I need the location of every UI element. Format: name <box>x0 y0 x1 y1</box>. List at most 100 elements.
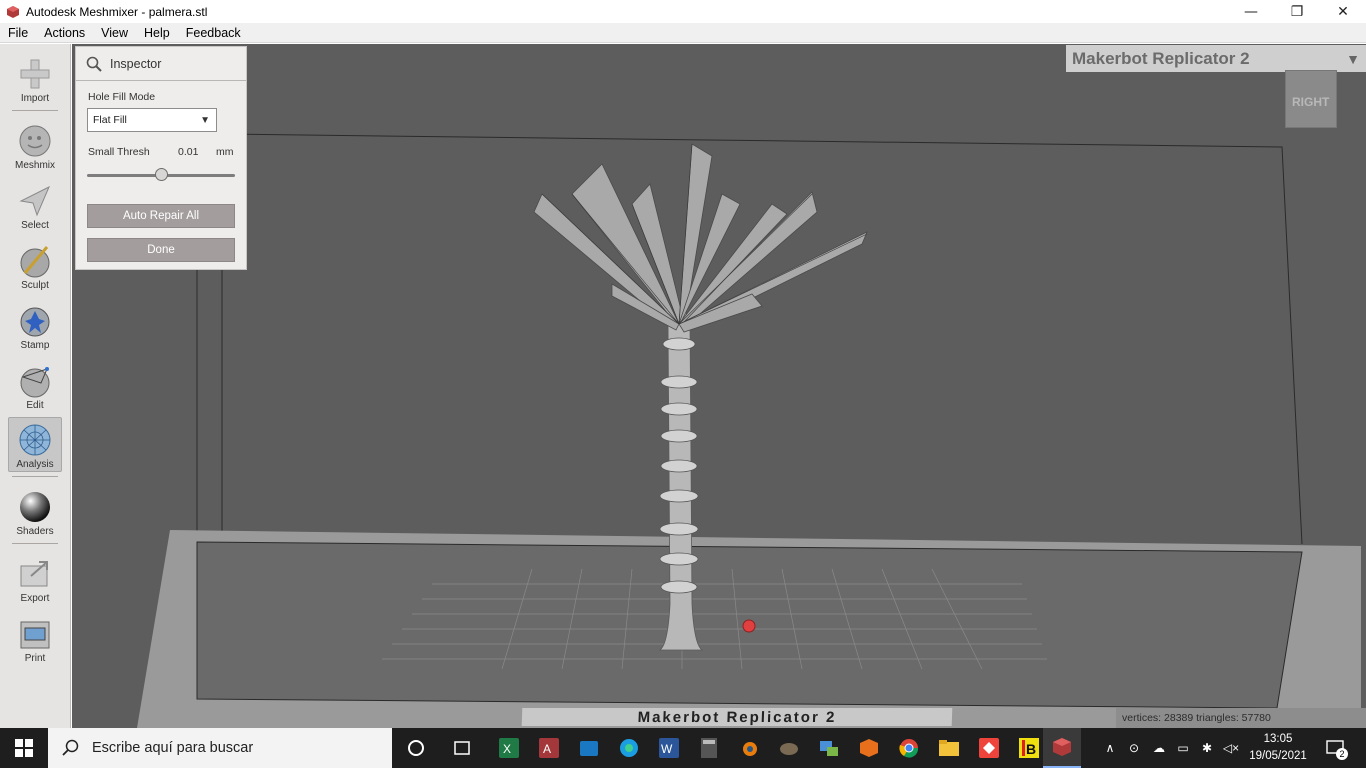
tool-label: Meshmix <box>14 160 55 171</box>
hole-fill-mode-value: Flat Fill <box>93 114 127 126</box>
inspector-header: Inspector <box>76 47 246 81</box>
menu-help[interactable]: Help <box>136 26 178 40</box>
close-button[interactable]: ✕ <box>1320 0 1366 23</box>
menu-bar: File Actions View Help Feedback <box>0 23 1366 43</box>
notifications-icon[interactable]: 2 <box>1320 728 1350 768</box>
left-toolbar: Import Meshmix Select Sculpt Stamp Edit … <box>0 44 71 728</box>
notification-count-badge: 2 <box>1336 748 1348 760</box>
inspector-panel: Inspector Hole Fill Mode Flat Fill ▼ Sma… <box>75 46 247 270</box>
tray-meet-icon[interactable]: ⊙ <box>1124 728 1144 768</box>
maximize-button[interactable]: ❐ <box>1274 0 1320 23</box>
tool-analysis[interactable]: Analysis <box>8 417 62 472</box>
tool-meshmix[interactable]: Meshmix <box>8 119 62 174</box>
word-icon[interactable]: W <box>653 732 685 764</box>
export-icon <box>20 561 48 587</box>
hole-fill-mode-select[interactable]: Flat Fill ▼ <box>87 108 217 132</box>
3d-viewport[interactable]: Makerbot Replicator 2 ▼ RIGHT Makerbot R… <box>72 44 1366 728</box>
tool-edit[interactable]: Edit <box>8 359 62 414</box>
gimp-icon[interactable] <box>773 732 805 764</box>
windows-logo-icon <box>15 739 33 757</box>
meshmixer-app-icon <box>7 5 19 18</box>
small-thresh-slider-handle[interactable] <box>154 168 168 181</box>
printer-select[interactable]: Makerbot Replicator 2 ▼ <box>1066 45 1366 72</box>
search-icon <box>62 739 79 756</box>
bitdefender-icon[interactable]: B <box>1013 732 1045 764</box>
auto-repair-all-button[interactable]: Auto Repair All <box>87 204 235 228</box>
tool-label: Select <box>21 220 49 231</box>
start-button[interactable] <box>0 728 48 768</box>
edge-icon[interactable] <box>613 732 645 764</box>
title-bar: Autodesk Meshmixer - palmera.stl — ❐ ✕ <box>0 0 1366 23</box>
tool-sculpt[interactable]: Sculpt <box>8 239 62 294</box>
small-thresh-value[interactable]: 0.01 <box>178 146 198 158</box>
menu-actions[interactable]: Actions <box>36 26 93 40</box>
bluetooth-icon[interactable]: ✱ <box>1196 728 1218 768</box>
view-cube-face: RIGHT <box>1292 95 1330 109</box>
magnifier-icon <box>86 56 102 72</box>
small-thresh-unit: mm <box>216 146 234 158</box>
meshmixer-taskbar-icon[interactable] <box>1043 728 1081 768</box>
edit-icon <box>20 367 50 398</box>
menu-file[interactable]: File <box>0 26 36 40</box>
stamp-icon <box>20 307 50 337</box>
import-icon <box>20 59 50 89</box>
toolbar-divider <box>12 110 58 111</box>
taskbar-search[interactable]: Escribe aquí para buscar <box>48 728 392 768</box>
chrome-icon[interactable] <box>893 732 925 764</box>
windows-taskbar: Escribe aquí para buscar X A W B ∧ ⊙ ☁ ▭… <box>0 728 1366 768</box>
meshmix-icon <box>19 125 51 157</box>
dropdown-arrow-icon: ▼ <box>200 114 210 126</box>
tool-label: Sculpt <box>21 280 49 291</box>
network-icon[interactable]: ▭ <box>1172 728 1194 768</box>
tool-export[interactable]: Export <box>8 552 62 607</box>
volume-muted-icon[interactable]: ◁× <box>1220 728 1242 768</box>
access-icon[interactable]: A <box>533 732 565 764</box>
tray-overflow-icon[interactable]: ∧ <box>1100 728 1120 768</box>
file-explorer-icon[interactable] <box>933 732 965 764</box>
calculator-icon[interactable] <box>693 732 725 764</box>
file-manager-icon[interactable] <box>573 732 605 764</box>
shaders-icon <box>20 492 50 522</box>
bed-label: Makerbot Replicator 2 <box>637 708 837 726</box>
blender-icon[interactable] <box>733 732 765 764</box>
cortana-icon[interactable] <box>400 732 432 764</box>
svg-text:W: W <box>661 742 673 756</box>
minimize-button[interactable]: — <box>1228 0 1274 23</box>
printer-name: Makerbot Replicator 2 <box>1072 48 1250 68</box>
tool-label: Analysis <box>16 459 54 470</box>
small-thresh-label: Small Thresh <box>88 146 150 158</box>
taskbar-clock[interactable]: 13:05 19/05/2021 <box>1244 731 1312 765</box>
task-view-icon[interactable] <box>447 732 479 764</box>
anydesk-icon[interactable] <box>973 732 1005 764</box>
chevron-down-icon: ▼ <box>1346 50 1360 67</box>
svg-text:X: X <box>503 742 511 756</box>
menu-feedback[interactable]: Feedback <box>178 26 249 40</box>
svg-text:A: A <box>543 742 551 756</box>
excel-icon[interactable]: X <box>493 732 525 764</box>
tool-label: Stamp <box>20 340 50 351</box>
done-button[interactable]: Done <box>87 238 235 262</box>
tool-shaders[interactable]: Shaders <box>8 485 62 540</box>
toolbar-divider <box>12 476 58 477</box>
menu-view[interactable]: View <box>93 26 136 40</box>
sculpt-icon <box>20 246 50 278</box>
tool-stamp[interactable]: Stamp <box>8 299 62 354</box>
search-placeholder: Escribe aquí para buscar <box>92 740 254 756</box>
mesh-stats: vertices: 28389 triangles: 57780 <box>1116 708 1366 728</box>
orange-cube-app-icon[interactable] <box>853 732 885 764</box>
tool-label: Shaders <box>16 526 54 537</box>
toolbar-divider <box>12 543 58 544</box>
network-app-icon[interactable] <box>813 732 845 764</box>
view-cube[interactable]: RIGHT <box>1285 70 1337 128</box>
onedrive-icon[interactable]: ☁ <box>1148 728 1170 768</box>
window-title: Autodesk Meshmixer - palmera.stl <box>26 4 208 19</box>
tool-label: Print <box>24 653 46 664</box>
clock-date: 19/05/2021 <box>1249 750 1307 762</box>
svg-text:B: B <box>1026 741 1036 757</box>
scene-render <box>137 133 1361 728</box>
tool-select[interactable]: Select <box>8 179 62 234</box>
print-icon <box>20 621 50 649</box>
tool-import[interactable]: Import <box>8 52 62 107</box>
tool-print[interactable]: Print <box>8 612 62 667</box>
bed-label-strip: Makerbot Replicator 2 <box>521 708 953 726</box>
